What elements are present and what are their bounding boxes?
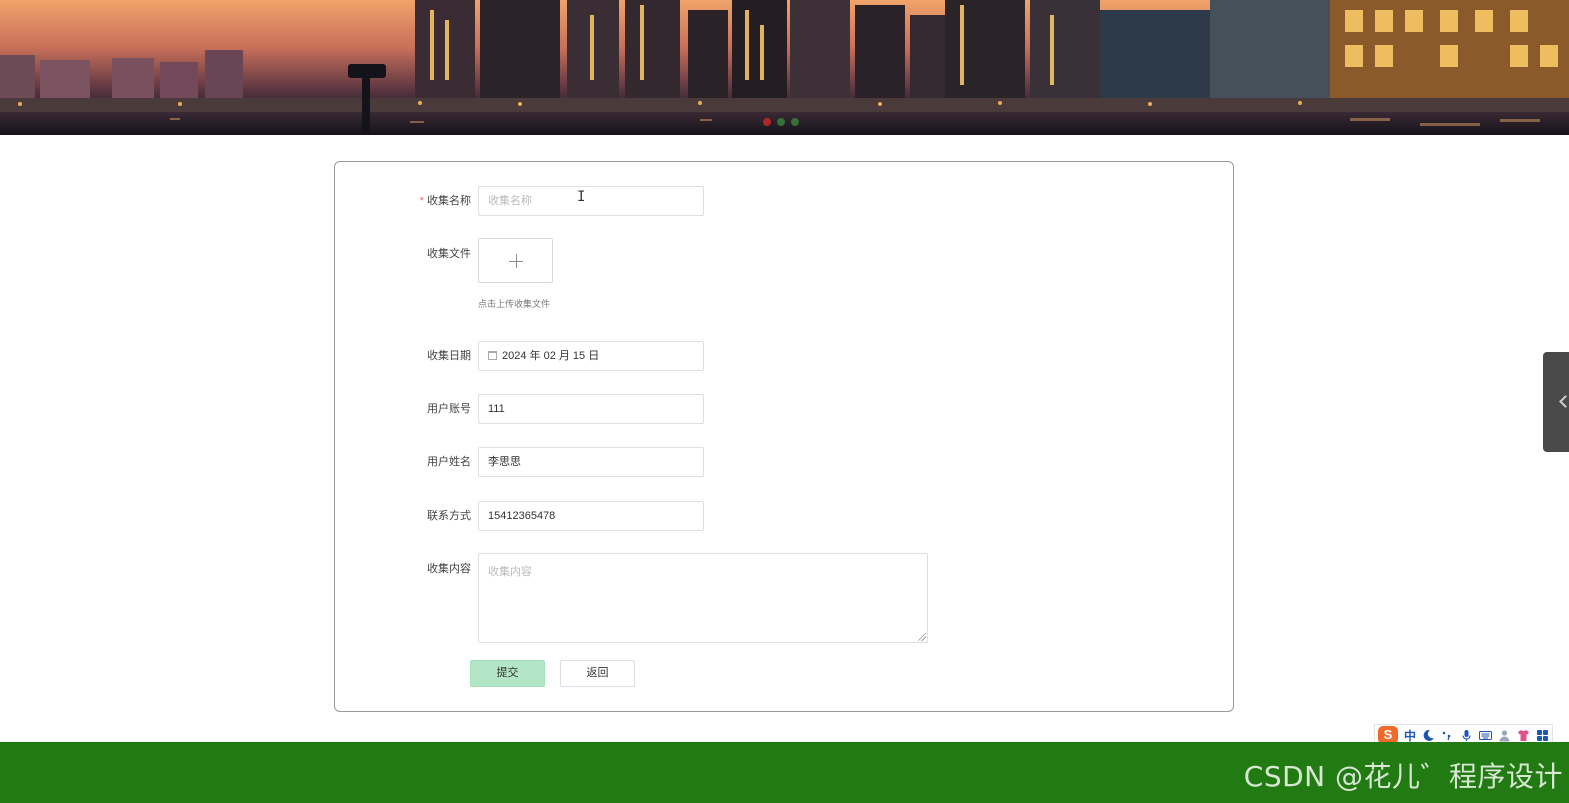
text-cursor-icon: I (577, 189, 586, 205)
page-footer: CSDN @花儿゛程序设计 (0, 742, 1569, 803)
keyboard-icon[interactable] (1479, 729, 1493, 742)
date-label: 收集日期 (427, 350, 471, 362)
date-value: 2024 年 02 月 15 日 (502, 350, 600, 362)
account-label: 用户账号 (427, 403, 471, 415)
banner-carousel-dots (763, 118, 799, 126)
contact-label: 联系方式 (427, 510, 471, 522)
required-mark: * (419, 195, 424, 207)
content-label: 收集内容 (427, 563, 471, 575)
csdn-watermark: CSDN @花儿゛程序设计 (1243, 760, 1563, 793)
shirt-icon[interactable] (1517, 729, 1530, 742)
resize-handle-icon[interactable] (918, 633, 926, 641)
username-label: 用户姓名 (427, 456, 471, 468)
side-panel-toggle[interactable] (1543, 352, 1569, 452)
calendar-icon (488, 351, 497, 360)
mic-icon[interactable] (1460, 729, 1473, 742)
user-icon[interactable] (1498, 729, 1511, 742)
username-input[interactable]: 李思思 (478, 447, 704, 477)
name-label: * 收集名称 (419, 195, 471, 207)
moon-icon[interactable] (1422, 729, 1435, 742)
content-placeholder: 收集内容 (488, 566, 532, 578)
content-textarea[interactable]: 收集内容 (478, 553, 928, 643)
grid-icon[interactable] (1536, 729, 1549, 742)
file-upload-button[interactable] (478, 238, 553, 283)
punctuation-icon[interactable] (1441, 729, 1454, 742)
chevron-left-icon (1559, 395, 1569, 408)
carousel-dot[interactable] (791, 118, 799, 126)
account-input[interactable]: 111 (478, 394, 704, 424)
file-upload-hint: 点击上传收集文件 (478, 299, 551, 309)
file-label: 收集文件 (427, 248, 471, 260)
carousel-dot[interactable] (777, 118, 785, 126)
ime-mode-toggle[interactable]: 中 (1404, 727, 1416, 744)
date-picker-input[interactable]: 2024 年 02 月 15 日 (478, 341, 704, 371)
header-banner (0, 0, 1569, 135)
banner-cityscape-image (0, 0, 1569, 135)
back-button[interactable]: 返回 (560, 660, 635, 687)
submit-button[interactable]: 提交 (470, 660, 545, 687)
contact-input[interactable]: 15412365478 (478, 501, 704, 531)
collection-form-card: * 收集名称 收集名称 I 收集文件 点击上传收集文件 收集日期 2024 年 0… (334, 161, 1234, 712)
carousel-dot[interactable] (763, 118, 771, 126)
name-input[interactable]: 收集名称 (478, 186, 704, 216)
